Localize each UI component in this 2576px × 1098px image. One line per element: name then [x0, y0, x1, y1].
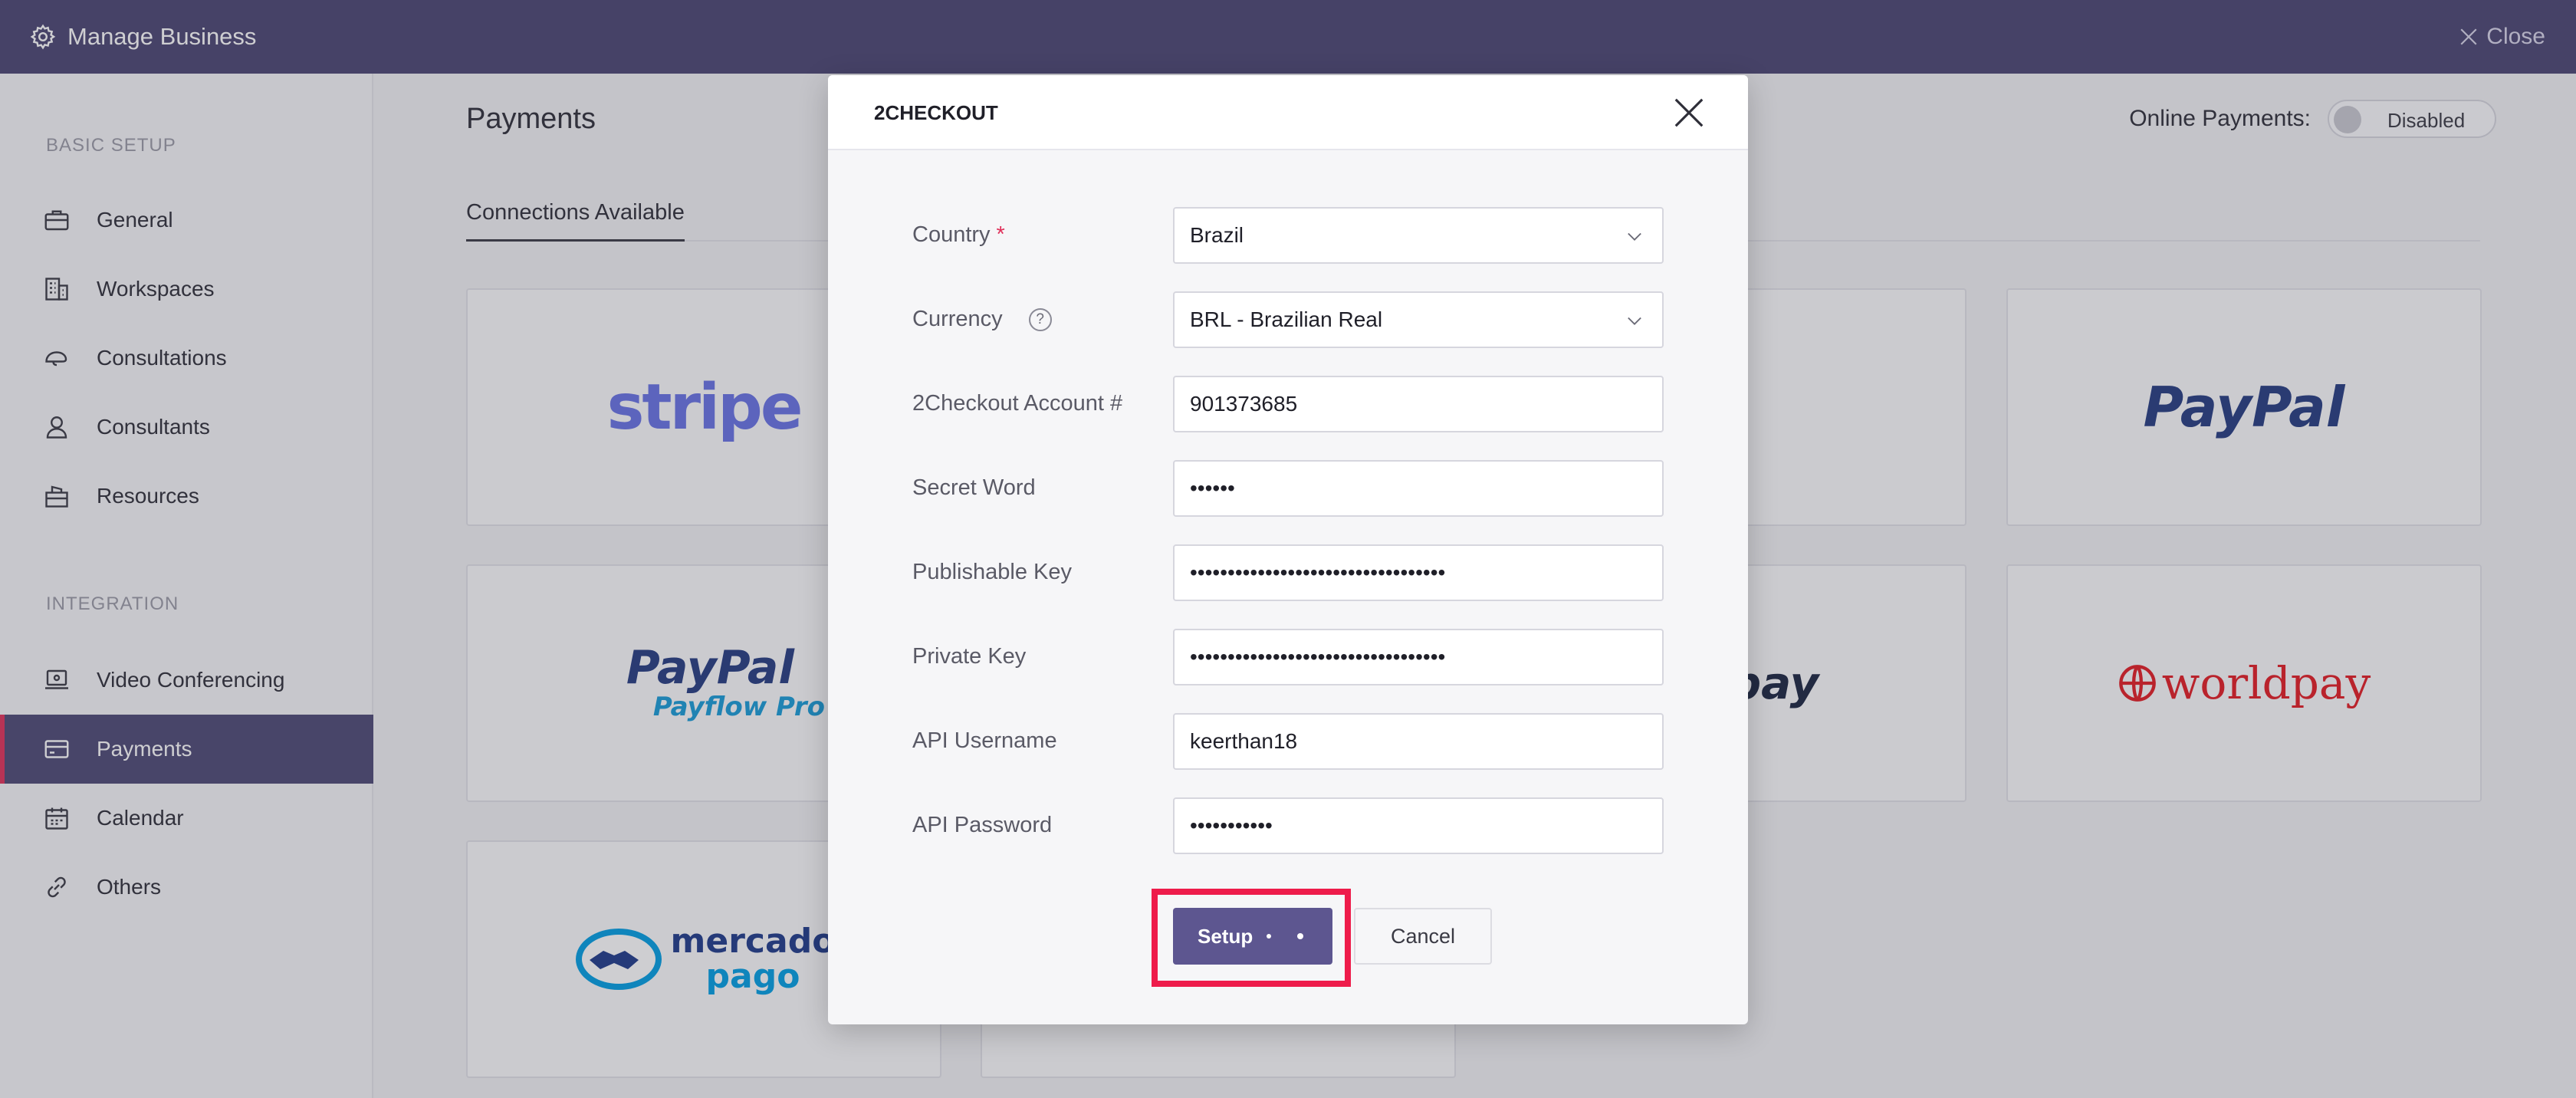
field-label: Private Key — [912, 644, 1027, 669]
setup-label: Setup — [1198, 924, 1254, 948]
chevron-down-icon — [1628, 232, 1641, 241]
field-label: Secret Word — [912, 475, 1036, 500]
setup-button[interactable]: Setup — [1173, 908, 1332, 965]
currency-select[interactable]: BRL - Brazilian Real — [1173, 291, 1664, 348]
field-country: Country * Brazil — [912, 207, 1664, 264]
chevron-down-icon — [1628, 317, 1641, 325]
field-currency: Currency? BRL - Brazilian Real — [912, 291, 1664, 348]
api-username-input[interactable]: keerthan18 — [1173, 713, 1664, 770]
modal-title: 2CHECKOUT — [874, 101, 998, 124]
field-api-password: API Password ••••••••••• — [912, 797, 1664, 854]
close-icon[interactable] — [1671, 95, 1707, 130]
field-label: API Username — [912, 728, 1057, 753]
field-private-key: Private Key ••••••••••••••••••••••••••••… — [912, 629, 1664, 685]
field-account-number: 2Checkout Account # 901373685 — [912, 376, 1664, 432]
secret-word-input[interactable]: •••••• — [1173, 460, 1664, 517]
api-password-input[interactable]: ••••••••••• — [1173, 797, 1664, 854]
required-mark: * — [996, 222, 1005, 247]
field-label: Country — [912, 222, 991, 247]
modal-header: 2CHECKOUT — [828, 75, 1748, 150]
field-label: API Password — [912, 813, 1053, 837]
country-value: Brazil — [1190, 223, 1244, 247]
private-key-input[interactable]: •••••••••••••••••••••••••••••••••• — [1173, 629, 1664, 685]
cancel-button[interactable]: Cancel — [1354, 908, 1492, 965]
account-number-input[interactable]: 901373685 — [1173, 376, 1664, 432]
field-label: Publishable Key — [912, 560, 1072, 584]
field-secret-word: Secret Word •••••• — [912, 460, 1664, 517]
checkout-modal: 2CHECKOUT Country * Brazil Currency? BRL … — [828, 75, 1748, 1024]
country-select[interactable]: Brazil — [1173, 207, 1664, 264]
field-publishable-key: Publishable Key ••••••••••••••••••••••••… — [912, 544, 1664, 601]
publishable-key-input[interactable]: •••••••••••••••••••••••••••••••••• — [1173, 544, 1664, 601]
currency-value: BRL - Brazilian Real — [1190, 307, 1383, 331]
help-icon[interactable]: ? — [1028, 307, 1052, 331]
field-api-username: API Username keerthan18 — [912, 713, 1664, 770]
field-label: Currency — [912, 307, 1003, 331]
field-label: 2Checkout Account # — [912, 391, 1123, 416]
